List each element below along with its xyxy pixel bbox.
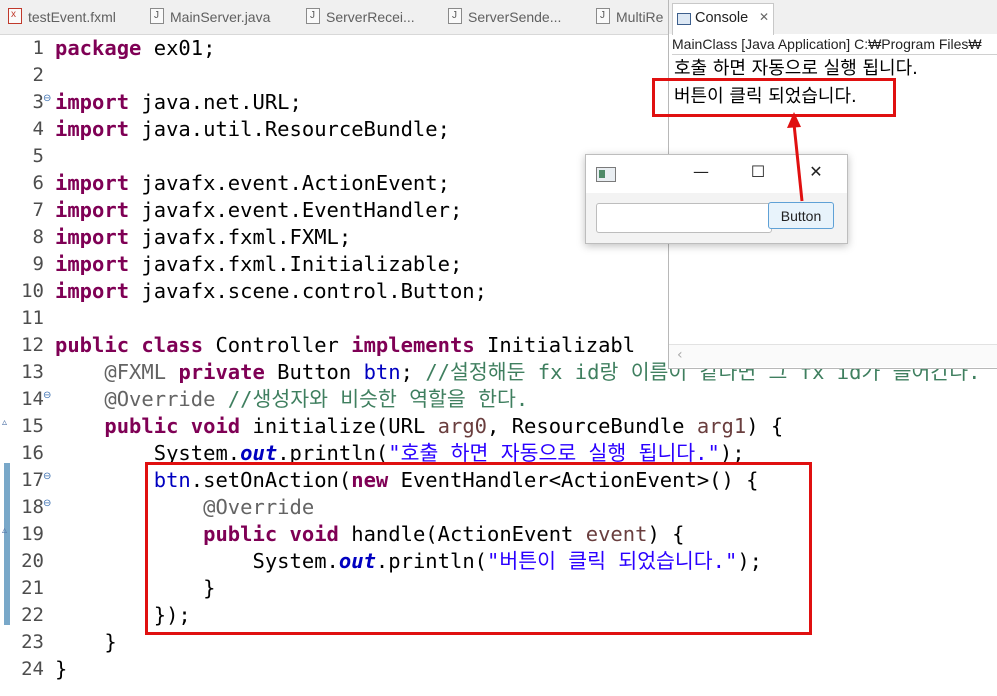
maximize-icon[interactable]: ☐	[743, 161, 773, 183]
line-number: 17	[21, 469, 44, 491]
override-marker-icon: ▵	[2, 525, 8, 536]
editor-tab-testevent-fxml[interactable]: testEvent.fxml	[8, 4, 116, 28]
java-file-icon	[596, 5, 610, 27]
java-file-icon	[448, 5, 462, 27]
close-icon[interactable]: ✕	[801, 161, 831, 183]
fold-toggle-icon[interactable]: ⊖	[43, 472, 51, 482]
line-number: 10	[21, 280, 44, 302]
code-text: import javafx.scene.control.Button;	[55, 279, 487, 303]
fx-button[interactable]: Button	[768, 202, 834, 229]
code-line: 14 ⊖ @Override //생성자와 비슷한 역할을 한다.	[0, 386, 997, 413]
console-horizontal-scrollbar[interactable]: ‹	[669, 344, 997, 367]
tab-label: ServerRecei...	[326, 9, 415, 25]
code-text: public class Controller implements Initi…	[55, 333, 636, 357]
line-number: 22	[21, 604, 44, 626]
code-line: 15 ▵ public void initialize(URL arg0, Re…	[0, 413, 997, 440]
code-highlight-box	[145, 462, 812, 635]
line-number: 1	[32, 37, 44, 59]
code-text: import javafx.fxml.FXML;	[55, 225, 352, 249]
code-text: }	[55, 657, 68, 681]
app-window-icon	[596, 167, 616, 182]
line-number: 15	[21, 415, 44, 437]
text-input[interactable]	[596, 203, 772, 233]
line-number: 21	[21, 577, 44, 599]
tab-label: MultiRe	[616, 9, 664, 25]
java-file-icon	[150, 5, 164, 27]
line-number: 11	[21, 307, 44, 329]
line-number: 23	[21, 631, 44, 653]
line-number: 18	[21, 496, 44, 518]
editor-tab-bar: testEvent.fxml MainServer.java ServerRec…	[0, 0, 668, 35]
editor-tab-serverreceiver[interactable]: ServerRecei...	[306, 5, 415, 28]
line-number: 3	[32, 91, 44, 113]
scroll-left-icon[interactable]: ‹	[677, 347, 683, 363]
code-text: package ex01;	[55, 36, 216, 60]
fold-toggle-icon[interactable]: ⊖	[43, 94, 51, 104]
line-number: 9	[32, 253, 44, 275]
editor-tab-serversender[interactable]: ServerSende...	[448, 5, 562, 28]
code-text: import javafx.fxml.Initializable;	[55, 252, 463, 276]
close-icon[interactable]: ✕	[759, 10, 769, 24]
javafx-window: — ☐ ✕ Button	[585, 154, 848, 244]
line-number: 6	[32, 172, 44, 194]
fold-toggle-icon[interactable]: ⊖	[43, 499, 51, 509]
fold-toggle-icon[interactable]: ⊖	[43, 391, 51, 401]
code-text: public void initialize(URL arg0, Resourc…	[104, 414, 784, 438]
line-number: 13	[21, 361, 44, 383]
console-highlight-box	[652, 78, 896, 117]
console-tab-label: Console	[695, 10, 749, 26]
fxml-file-icon	[8, 4, 22, 26]
line-number: 5	[32, 145, 44, 167]
code-text: }	[104, 630, 117, 654]
tab-label: MainServer.java	[170, 9, 271, 25]
minimize-icon[interactable]: —	[686, 161, 716, 183]
javafx-window-body: Button	[586, 193, 847, 243]
code-text: import java.net.URL;	[55, 90, 302, 114]
tab-console[interactable]: Console ✕	[672, 3, 774, 35]
code-text: import javafx.event.EventHandler;	[55, 198, 463, 222]
code-text: import java.util.ResourceBundle;	[55, 117, 450, 141]
line-number: 12	[21, 334, 44, 356]
line-number: 20	[21, 550, 44, 572]
line-number: 2	[32, 64, 44, 86]
java-file-icon	[306, 5, 320, 27]
override-marker-icon: ▵	[2, 417, 8, 428]
editor-tab-multire[interactable]: MultiRe	[596, 5, 664, 28]
line-number: 4	[32, 118, 44, 140]
code-text: @Override //생성자와 비슷한 역할을 한다.	[104, 387, 529, 411]
line-number: 8	[32, 226, 44, 248]
line-number: 7	[32, 199, 44, 221]
tab-label: testEvent.fxml	[28, 9, 116, 25]
line-number: 24	[21, 658, 44, 680]
console-process-description: MainClass [Java Application] C:₩Program …	[672, 34, 997, 55]
line-number: 16	[21, 442, 44, 464]
console-tab-bar: Console ✕	[669, 0, 997, 35]
line-number: 14	[21, 388, 44, 410]
code-text: import javafx.event.ActionEvent;	[55, 171, 450, 195]
console-icon	[677, 13, 691, 25]
tab-label: ServerSende...	[468, 9, 562, 25]
line-number: 19	[21, 523, 44, 545]
editor-tab-mainserver[interactable]: MainServer.java	[150, 5, 271, 28]
code-line: 24 }	[0, 656, 997, 683]
